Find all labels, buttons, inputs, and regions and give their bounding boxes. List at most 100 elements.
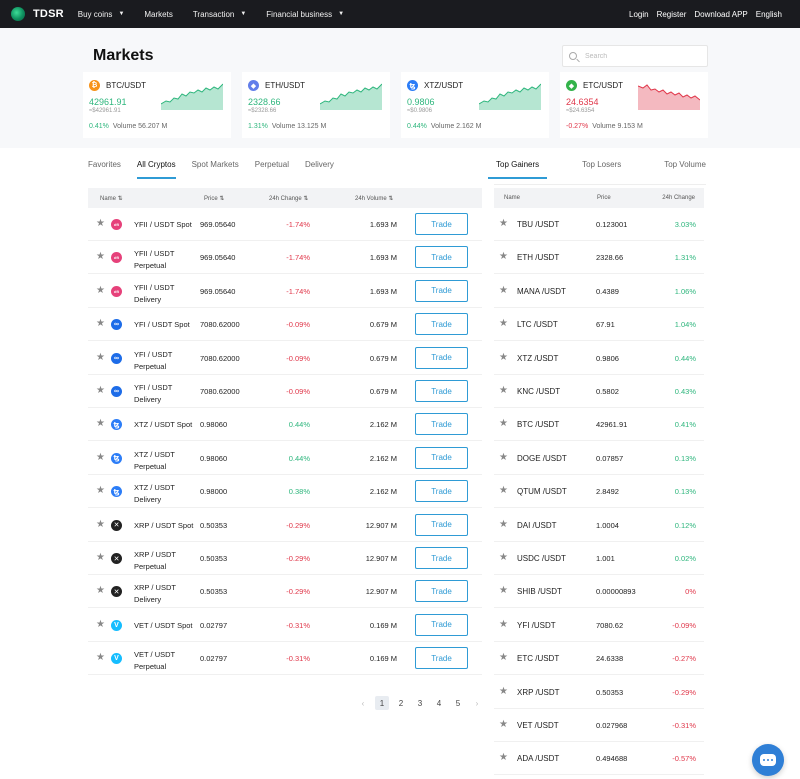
trade-button[interactable]: Trade [415,346,468,369]
market-row[interactable]: ★ V VET / USDT Perpetual 0.02797 -0.31% 0.169 … [88,642,482,676]
favorite-star-icon[interactable]: ★ [96,252,105,262]
market-row[interactable]: ★ ∞ YFI / USDT Spot 7080.62000 -0.09% 0.679 M… [88,308,482,342]
favorite-star-icon[interactable]: ★ [96,386,105,396]
favorite-star-icon[interactable]: ★ [96,553,105,563]
market-row[interactable]: ★ dfi YFII / USDT Spot 969.05640 -1.74% 1.693… [88,208,482,241]
tab-favorites[interactable]: Favorites [88,160,121,179]
ranking-row[interactable]: ★ LTC /USDT 67.91 1.04% [494,308,704,342]
trade-button[interactable]: Trade [415,580,468,603]
support-chat-button[interactable] [752,744,784,776]
col-price-header[interactable]: Price ⇅ [204,195,224,202]
ticker-card[interactable]: ₿ BTC/USDT 42961.91 ≈$42961.91 0.41% Volume 5… [83,72,231,138]
ranking-row[interactable]: ★ KNC /USDT 0.5802 0.43% [494,375,704,408]
tab-all-cryptos[interactable]: All Cryptos [136,160,176,179]
search-input[interactable] [585,52,695,60]
favorite-star-icon[interactable]: ★ [499,352,508,363]
ranking-row[interactable]: ★ VET /USDT 0.027968 -0.31% [494,709,704,742]
market-row[interactable]: ★ ꜩ XTZ / USDT Perpetual 0.98060 0.44% 2.162 M… [88,442,482,475]
ticker-card[interactable]: ꜩ XTZ/USDT 0.9806 ≈$0.9806 0.44% Volume 2.162… [401,72,549,138]
favorite-star-icon[interactable]: ★ [96,586,105,596]
market-row[interactable]: ★ ꜩ XTZ / USDT Spot 0.98060 0.44% 2.162 M Trad… [88,408,482,442]
page-2-button[interactable]: 2 [394,696,408,710]
col-change-header[interactable]: 24h Change ⇅ [269,195,308,202]
favorite-star-icon[interactable]: ★ [499,452,508,463]
tab-delivery[interactable]: Delivery [305,160,334,179]
favorite-star-icon[interactable]: ★ [499,553,508,563]
register-link[interactable]: Register [657,10,687,19]
favorite-star-icon[interactable]: ★ [96,352,105,363]
favorite-star-icon[interactable]: ★ [96,319,105,329]
ranking-row[interactable]: ★ ADA /USDT 0.494688 -0.57% [494,742,704,776]
ranking-row[interactable]: ★ TBU /USDT 0.123001 3.03% [494,208,704,241]
favorite-star-icon[interactable]: ★ [499,653,508,663]
favorite-star-icon[interactable]: ★ [499,586,508,596]
ranking-row[interactable]: ★ USDC /USDT 1.001 0.02% [494,542,704,575]
trade-button[interactable]: Trade [415,279,468,302]
favorite-star-icon[interactable]: ★ [96,653,105,663]
favorite-star-icon[interactable]: ★ [96,419,105,429]
favorite-star-icon[interactable]: ★ [96,219,105,229]
trade-button[interactable]: Trade [415,413,468,436]
col-volume-header[interactable]: 24h Volume ⇅ [355,195,393,202]
page-4-button[interactable]: 4 [432,696,446,710]
trade-button[interactable]: Trade [415,313,468,336]
ranking-row[interactable]: ★ YFI /USDT 7080.62 -0.09% [494,609,704,642]
brand-logo[interactable]: TDSR [11,7,64,21]
ranking-row[interactable]: ★ ETC /USDT 24.6338 -0.27% [494,642,704,676]
ranking-row[interactable]: ★ BTC /USDT 42961.91 0.41% [494,408,704,442]
favorite-star-icon[interactable]: ★ [96,486,105,496]
nav-buy-coins-link[interactable]: Buy coins ▼ [78,10,125,19]
favorite-star-icon[interactable]: ★ [499,720,508,730]
trade-button[interactable]: Trade [415,547,468,569]
ranking-row[interactable]: ★ XTZ /USDT 0.9806 0.44% [494,342,704,375]
nav-transaction-link[interactable]: Transaction ▼ [193,10,246,19]
favorite-star-icon[interactable]: ★ [499,285,508,296]
market-row[interactable]: ★ dfi YFII / USDT Perpetual 969.05640 -1.74% 1… [88,241,482,275]
favorite-star-icon[interactable]: ★ [499,319,508,329]
download-app-link[interactable]: Download APP [694,10,747,19]
page-5-button[interactable]: 5 [451,696,465,710]
col-name-header[interactable]: Name ⇅ [100,195,123,202]
tab-top-gainers[interactable]: Top Gainers [487,160,548,179]
ticker-card[interactable]: ◆ ETH/USDT 2328.66 ≈$2328.66 1.31% Volume 13.… [242,72,390,138]
market-row[interactable]: ★ ✕ XRP / USDT Delivery 0.50353 -0.29% 12.907 … [88,575,482,609]
tab-spot-markets[interactable]: Spot Markets [192,160,239,179]
ranking-row[interactable]: ★ MANA /USDT 0.4389 1.06% [494,275,704,308]
trade-button[interactable]: Trade [415,480,468,503]
ticker-card[interactable]: ◆ ETC/USDT 24.6354 ≈$24.6354 -0.27% Volume 9.… [560,72,708,138]
ranking-row[interactable]: ★ XRP /USDT 0.50353 -0.29% [494,676,704,709]
market-row[interactable]: ★ ∞ YFI / USDT Perpetual 7080.62000 -0.09% 0.6… [88,342,482,375]
ranking-row[interactable]: ★ DAI /USDT 1.0004 0.12% [494,509,704,542]
trade-button[interactable]: Trade [415,246,468,269]
favorite-star-icon[interactable]: ★ [499,419,508,429]
favorite-star-icon[interactable]: ★ [499,619,508,630]
tab-perpetual[interactable]: Perpetual [255,160,289,179]
trade-button[interactable]: Trade [415,513,468,536]
favorite-star-icon[interactable]: ★ [499,686,508,697]
trade-button[interactable]: Trade [415,613,468,636]
login-link[interactable]: Login [629,10,649,19]
favorite-star-icon[interactable]: ★ [499,753,508,763]
favorite-star-icon[interactable]: ★ [96,285,105,296]
market-row[interactable]: ★ ✕ XRP / USDT Perpetual 0.50353 -0.29% 12.907… [88,542,482,575]
trade-button[interactable]: Trade [415,213,468,235]
market-row[interactable]: ★ dfi YFII / USDT Delivery 969.05640 -1.74% 1.… [88,275,482,308]
market-row[interactable]: ★ V VET / USDT Spot 0.02797 -0.31% 0.169 M Tra… [88,609,482,642]
favorite-star-icon[interactable]: ★ [499,252,508,262]
nav-financial-business-link[interactable]: Financial business ▼ [266,10,344,19]
favorite-star-icon[interactable]: ★ [499,386,508,396]
trade-button[interactable]: Trade [415,446,468,469]
ranking-row[interactable]: ★ ETH /USDT 2328.66 1.31% [494,241,704,275]
ranking-row[interactable]: ★ QTUM /USDT 2.8492 0.13% [494,475,704,509]
prev-page-button[interactable]: ‹ [356,699,370,708]
search-box[interactable] [562,45,708,67]
tab-top-volume[interactable]: Top Volume [664,160,706,179]
favorite-star-icon[interactable]: ★ [96,619,105,630]
favorite-star-icon[interactable]: ★ [499,219,508,229]
tab-top-losers[interactable]: Top Losers [582,160,621,179]
favorite-star-icon[interactable]: ★ [96,519,105,530]
market-row[interactable]: ★ ✕ XRP / USDT Spot 0.50353 -0.29% 12.907 M Tr… [88,509,482,542]
favorite-star-icon[interactable]: ★ [96,452,105,463]
trade-button[interactable]: Trade [415,380,468,402]
ranking-row[interactable]: ★ DOGE /USDT 0.07857 0.13% [494,442,704,475]
